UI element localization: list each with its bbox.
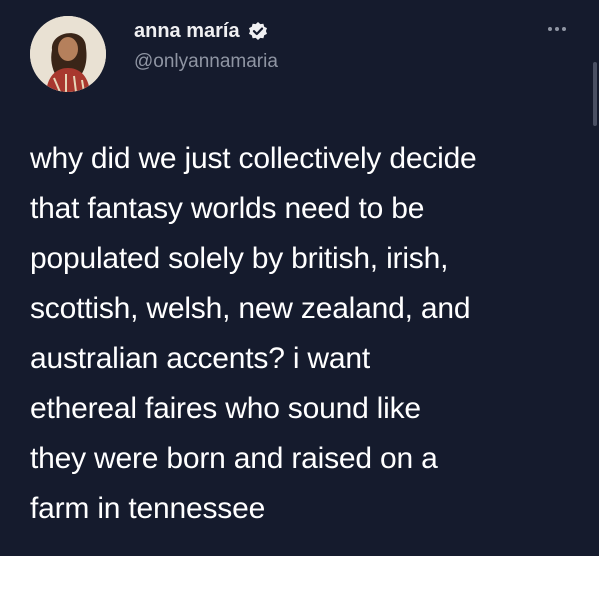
dot-icon (555, 27, 559, 31)
avatar-image (30, 16, 106, 92)
avatar[interactable] (30, 16, 106, 92)
tweet-text: why did we just collectively decide that… (30, 142, 477, 525)
dot-icon (562, 27, 566, 31)
display-name[interactable]: anna maría (134, 18, 240, 44)
dot-icon (548, 27, 552, 31)
username-handle[interactable]: @onlyannamaria (134, 50, 278, 74)
scrollbar[interactable] (591, 0, 599, 556)
more-options-icon[interactable] (548, 24, 572, 34)
tweet-card: anna maría @onlyannamaria why did we jus… (0, 0, 599, 556)
author-row: anna maría (134, 18, 268, 44)
scrollbar-thumb[interactable] (593, 62, 597, 126)
verified-badge-icon (248, 21, 268, 41)
